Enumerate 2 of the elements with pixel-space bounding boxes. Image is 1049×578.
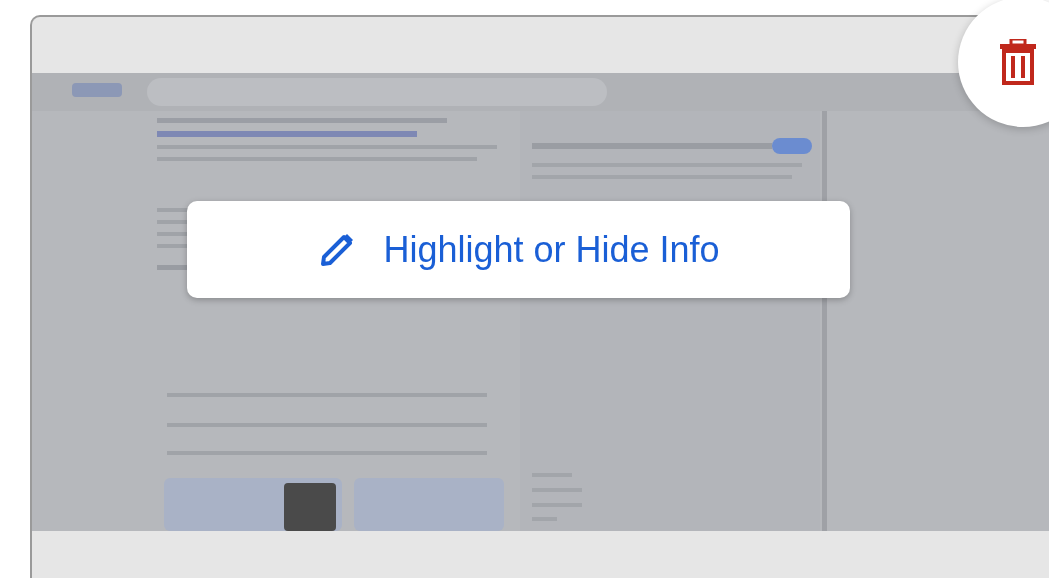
trash-icon [998,39,1038,85]
highlight-or-hide-button[interactable]: Highlight or Hide Info [187,201,850,298]
